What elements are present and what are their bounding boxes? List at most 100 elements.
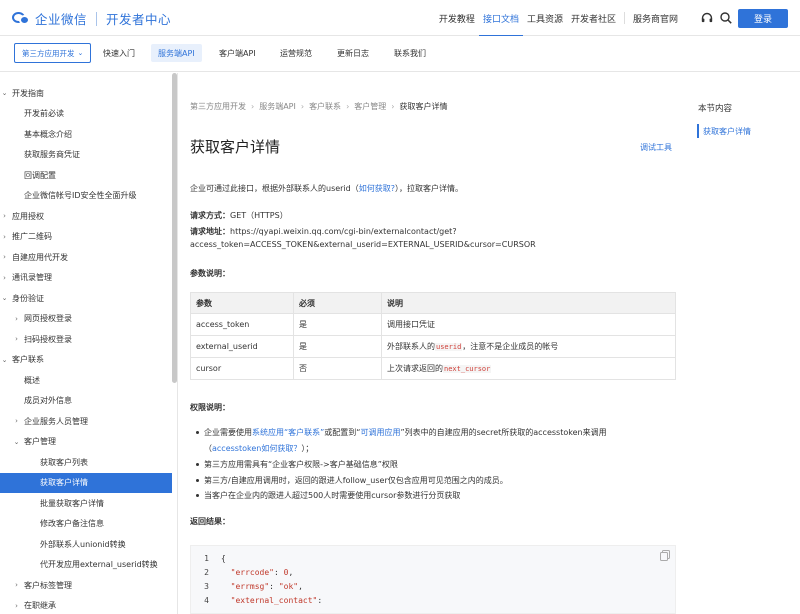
nav-api-docs[interactable]: 接口文档 bbox=[478, 0, 523, 37]
chevron-right-icon: › bbox=[15, 601, 18, 610]
breadcrumb-item[interactable]: 第三方应用开发 bbox=[190, 101, 246, 112]
sidebar-item[interactable]: ⌄ 开发指南 bbox=[0, 83, 172, 103]
param-desc-text: ，注意不是企业成员的帐号 bbox=[462, 342, 559, 351]
nav-tools[interactable]: 工具资源 bbox=[523, 0, 567, 36]
nav-divider bbox=[623, 12, 625, 24]
bullet-icon bbox=[196, 494, 199, 497]
table-header-row: 参数 必须 说明 bbox=[190, 292, 676, 314]
return-heading-text: 返回结果： bbox=[190, 517, 230, 526]
sidebar-item-label: 获取服务商凭证 bbox=[24, 150, 80, 159]
sidebar-item[interactable]: › 网页授权登录 bbox=[0, 309, 172, 329]
table-row: cursor 否 上次请求返回的next_cursor bbox=[190, 357, 676, 380]
sidebar-scrollbar[interactable] bbox=[172, 73, 177, 383]
perm-text: （ bbox=[204, 444, 212, 453]
code-text: : bbox=[269, 582, 279, 591]
logo[interactable]: 企业微信 开发者中心 bbox=[12, 9, 171, 28]
sidebar-item[interactable]: › 自建应用代开发 bbox=[0, 247, 172, 267]
copy-icon[interactable] bbox=[660, 550, 670, 561]
tab-quickstart[interactable]: 快速入门 bbox=[96, 44, 142, 62]
sidebar-item-label: 企业微信帐号ID安全性全面升级 bbox=[24, 191, 137, 200]
sidebar-item[interactable]: ⌄ 客户联系 bbox=[0, 350, 172, 370]
param-desc-text: 调用接口凭证 bbox=[387, 320, 435, 329]
tab-server-api[interactable]: 服务端API bbox=[151, 44, 202, 62]
sidebar-item[interactable]: ⌄ 客户管理 bbox=[0, 432, 172, 452]
sidebar-item[interactable]: › 客户标签管理 bbox=[0, 575, 172, 595]
system-app-link[interactable]: 系统应用“客户联系” bbox=[252, 428, 324, 437]
code-key: "errmsg" bbox=[230, 582, 270, 591]
line-number: 2 bbox=[204, 568, 209, 577]
sidebar-item[interactable]: › 推广二维码 bbox=[0, 227, 172, 247]
sidebar-item[interactable]: 获取客户列表 bbox=[0, 452, 172, 472]
login-button[interactable]: 登录 bbox=[738, 9, 788, 28]
sidebar-item[interactable]: 获取服务商凭证 bbox=[0, 145, 172, 165]
headset-icon[interactable] bbox=[700, 11, 714, 25]
how-to-get-link[interactable]: 如何获取? bbox=[359, 184, 395, 193]
chevron-right-icon: › bbox=[3, 212, 6, 220]
sidebar-item-label: 概述 bbox=[24, 375, 40, 385]
nav-dev-tutorial[interactable]: 开发教程 bbox=[435, 0, 479, 36]
doc-category-select[interactable]: 第三方应用开发 ⌄ bbox=[14, 43, 92, 63]
chevron-down-icon: ⌄ bbox=[1, 294, 8, 302]
perm-text: ）； bbox=[301, 444, 314, 453]
request-url-label: 请求地址： bbox=[190, 227, 230, 236]
debug-tool-link[interactable]: 调试工具 bbox=[640, 142, 672, 153]
return-heading: 返回结果： bbox=[190, 516, 230, 527]
sidebar-item[interactable]: 开发前必读 bbox=[0, 104, 172, 124]
code-text: : bbox=[317, 596, 323, 605]
sidebar: ⌄ 开发指南 开发前必读基本概念介绍 获取服务商凭证回调配置企业微信帐号ID安全性全面… bbox=[0, 73, 178, 614]
code-line: 3 "errmsg": "ok", bbox=[191, 582, 303, 591]
tab-contact[interactable]: 联系我们 bbox=[387, 44, 433, 62]
toc-item[interactable]: 获取客户详情 bbox=[697, 124, 751, 138]
sidebar-item[interactable]: › 企业服务人员管理 bbox=[0, 411, 172, 431]
sidebar-item[interactable]: 外部联系人unionid转换 bbox=[0, 534, 172, 554]
breadcrumb-item[interactable]: 服务端API bbox=[259, 101, 296, 112]
sidebar-item[interactable]: 批量获取客户详情 bbox=[0, 493, 172, 513]
chevron-right-icon: › bbox=[15, 335, 18, 343]
accesstoken-link[interactable]: accesstoken如何获取？ bbox=[212, 444, 301, 453]
chevron-right-icon: › bbox=[300, 102, 305, 111]
sidebar-item[interactable]: › 通讯录管理 bbox=[0, 268, 172, 288]
params-heading-text: 参数说明： bbox=[190, 269, 230, 278]
sidebar-item[interactable]: › 扫码授权登录 bbox=[0, 329, 172, 349]
sidebar-item[interactable]: 企业微信帐号ID安全性全面升级 bbox=[0, 186, 172, 206]
sidebar-item[interactable]: › 应用授权 bbox=[0, 206, 172, 226]
sidebar-item[interactable]: 回调配置 bbox=[0, 165, 172, 185]
breadcrumb-item[interactable]: 客户联系 bbox=[309, 101, 341, 112]
sidebar-item[interactable]: 基本概念介绍 bbox=[0, 124, 172, 144]
sidebar-item-label: 身份验证 bbox=[12, 293, 44, 303]
code-line: 4 "external_contact": bbox=[191, 596, 322, 605]
list-item-cont: （accesstoken如何获取？）； bbox=[204, 443, 313, 454]
sidebar-item[interactable]: 成员对外信息 bbox=[0, 391, 172, 411]
sidebar-item-label: 在职继承 bbox=[24, 601, 56, 610]
sidebar-item[interactable]: 代开发应用external_userid转换 bbox=[0, 555, 172, 575]
nav-community[interactable]: 开发者社区 bbox=[567, 0, 620, 36]
tab-client-api[interactable]: 客户端API bbox=[212, 44, 263, 62]
param-required: 是 bbox=[293, 335, 382, 358]
chevron-right-icon: › bbox=[3, 273, 6, 282]
tab-ops-rules[interactable]: 运营规范 bbox=[273, 44, 319, 62]
nav-provider-site[interactable]: 服务商官网 bbox=[629, 0, 682, 36]
sidebar-item-label: 客户管理 bbox=[24, 437, 56, 446]
sidebar-item[interactable]: 概述 bbox=[0, 370, 172, 390]
callable-app-link[interactable]: 可调用应用 bbox=[360, 428, 400, 437]
search-icon[interactable] bbox=[719, 11, 733, 25]
sidebar-item[interactable]: ⌄ 身份验证 bbox=[0, 288, 172, 308]
breadcrumb-item[interactable]: 客户管理 bbox=[354, 101, 386, 112]
tab-changelog[interactable]: 更新日志 bbox=[330, 44, 376, 62]
param-required: 是 bbox=[293, 313, 382, 336]
chevron-down-icon: ⌄ bbox=[77, 49, 84, 57]
perm-text: 第三方/自建应用调用时，返回的跟进人follow_user仅包含应用可见范围之内… bbox=[204, 476, 508, 485]
param-name: cursor bbox=[190, 357, 294, 380]
sidebar-item[interactable]: › 在职继承 bbox=[0, 596, 172, 614]
bullet-icon bbox=[196, 431, 199, 434]
param-desc: 上次请求返回的next_cursor bbox=[381, 357, 676, 380]
sidebar-item-label: 基本概念介绍 bbox=[24, 129, 72, 139]
wecom-logo-icon bbox=[12, 10, 32, 28]
sidebar-item[interactable]: 修改客户备注信息 bbox=[0, 514, 172, 534]
chevron-right-icon: › bbox=[251, 102, 255, 111]
param-desc-text: 上次请求返回的 bbox=[387, 364, 443, 373]
sidebar-item[interactable]: 获取客户详情 bbox=[0, 472, 172, 493]
param-desc: 调用接口凭证 bbox=[381, 313, 676, 336]
line-number: 3 bbox=[204, 582, 209, 591]
bullet-icon bbox=[196, 463, 199, 466]
